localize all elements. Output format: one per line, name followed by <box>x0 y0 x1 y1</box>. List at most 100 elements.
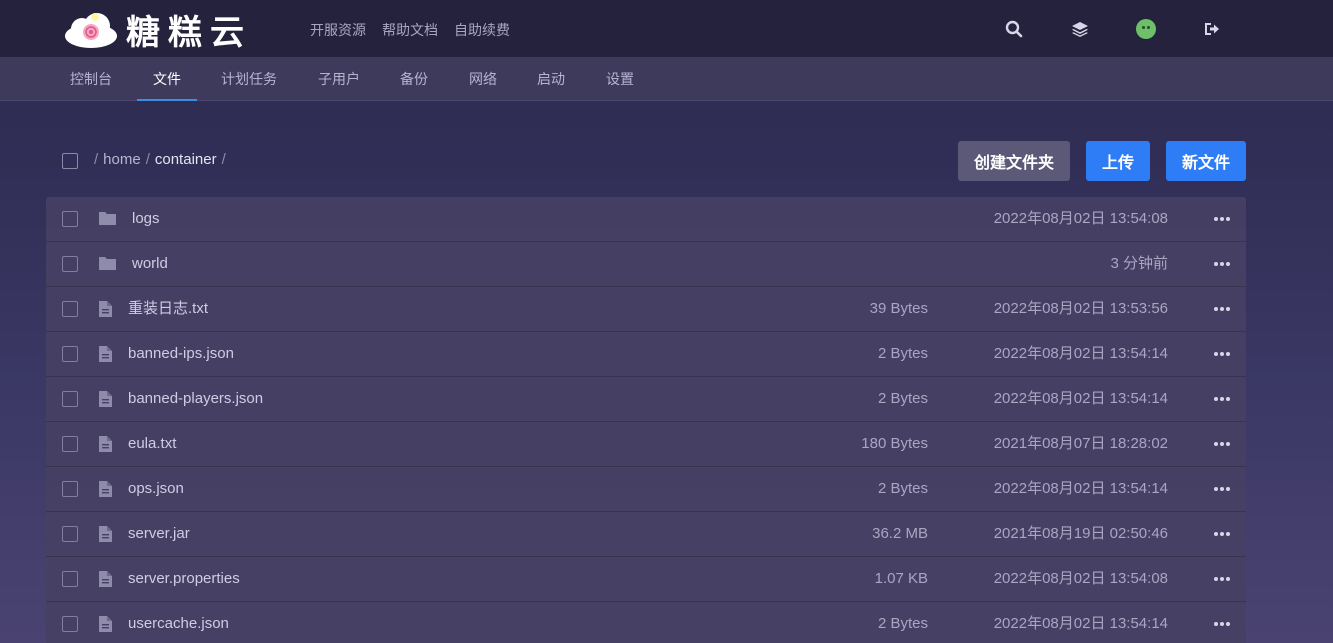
file-name[interactable]: server.properties <box>128 557 240 601</box>
more-options-icon[interactable] <box>1214 572 1230 586</box>
row-checkbox[interactable] <box>62 436 78 452</box>
row-checkbox[interactable] <box>62 481 78 497</box>
folder-row[interactable]: world 3 分钟前 <box>46 242 1246 287</box>
tab-subusers[interactable]: 子用户 <box>318 57 360 101</box>
file-name[interactable]: 重装日志.txt <box>128 287 208 331</box>
folder-icon <box>98 255 116 273</box>
file-row[interactable]: banned-ips.json 2 Bytes 2022年08月02日 13:54:… <box>46 332 1246 377</box>
header-actions <box>1003 18 1223 40</box>
file-icon <box>98 615 116 633</box>
file-size: 2 Bytes <box>877 615 928 632</box>
link-help-docs[interactable]: 帮助文档 <box>382 20 438 40</box>
create-folder-button[interactable]: 创建文件夹 <box>958 141 1070 181</box>
folder-icon <box>98 210 116 228</box>
file-size: 1.07 KB <box>874 570 928 587</box>
file-name[interactable]: ops.json <box>128 467 184 511</box>
link-server-resources[interactable]: 开服资源 <box>310 20 366 40</box>
file-size: 39 Bytes <box>869 300 928 317</box>
file-icon <box>98 525 116 543</box>
brand-name: 糖糕云 <box>126 12 252 53</box>
file-modified: 2022年08月02日 13:54:14 <box>993 345 1168 362</box>
file-row[interactable]: 重装日志.txt 39 Bytes 2022年08月02日 13:53:56 <box>46 287 1246 332</box>
more-options-icon[interactable] <box>1214 347 1230 361</box>
more-options-icon[interactable] <box>1214 212 1230 226</box>
row-checkbox[interactable] <box>62 346 78 362</box>
row-checkbox[interactable] <box>62 526 78 542</box>
row-checkbox[interactable] <box>62 616 78 632</box>
file-modified: 2022年08月02日 13:54:14 <box>993 615 1168 632</box>
file-modified: 2022年08月02日 13:53:56 <box>993 300 1168 317</box>
file-name[interactable]: usercache.json <box>128 602 229 643</box>
file-name[interactable]: server.jar <box>128 512 190 556</box>
file-size: 180 Bytes <box>861 435 928 452</box>
more-options-icon[interactable] <box>1214 257 1230 271</box>
file-row[interactable]: server.jar 36.2 MB 2021年08月19日 02:50:46 <box>46 512 1246 557</box>
search-icon[interactable] <box>1003 18 1025 40</box>
row-checkbox[interactable] <box>62 571 78 587</box>
avatar-icon <box>1136 19 1156 39</box>
breadcrumb-container[interactable]: container <box>155 151 217 168</box>
file-name[interactable]: eula.txt <box>128 422 176 466</box>
folder-row[interactable]: logs 2022年08月02日 13:54:08 <box>46 197 1246 242</box>
file-size: 2 Bytes <box>877 390 928 407</box>
more-options-icon[interactable] <box>1214 617 1230 631</box>
file-icon <box>98 390 116 408</box>
link-renewal[interactable]: 自助续费 <box>454 20 510 40</box>
file-row[interactable]: server.properties 1.07 KB 2022年08月02日 13:5… <box>46 557 1246 602</box>
file-modified: 2022年08月02日 13:54:14 <box>993 390 1168 407</box>
more-options-icon[interactable] <box>1214 302 1230 316</box>
file-icon <box>98 435 116 453</box>
file-size: 2 Bytes <box>877 480 928 497</box>
file-modified: 2022年08月02日 13:54:08 <box>993 570 1168 587</box>
logout-icon[interactable] <box>1201 18 1223 40</box>
layers-icon[interactable] <box>1069 18 1091 40</box>
tab-settings[interactable]: 设置 <box>606 57 634 101</box>
file-icon <box>98 480 116 498</box>
file-row[interactable]: eula.txt 180 Bytes 2021年08月07日 18:28:02 <box>46 422 1246 467</box>
select-all-checkbox[interactable] <box>62 153 78 169</box>
top-links: 开服资源 帮助文档 自助续费 <box>310 20 510 40</box>
main-nav: 控制台 文件 计划任务 子用户 备份 网络 启动 设置 <box>0 57 1333 101</box>
more-options-icon[interactable] <box>1214 482 1230 496</box>
file-modified: 2021年08月19日 02:50:46 <box>993 525 1168 542</box>
more-options-icon[interactable] <box>1214 527 1230 541</box>
more-options-icon[interactable] <box>1214 437 1230 451</box>
cloud-logo-icon <box>62 9 120 49</box>
row-checkbox[interactable] <box>62 391 78 407</box>
upload-button[interactable]: 上传 <box>1086 141 1150 181</box>
new-file-button[interactable]: 新文件 <box>1166 141 1246 181</box>
file-modified: 2022年08月02日 13:54:08 <box>993 210 1168 227</box>
file-modified: 3 分钟前 <box>1110 255 1168 272</box>
row-checkbox[interactable] <box>62 256 78 272</box>
breadcrumb-separator: / <box>145 151 150 168</box>
brand-logo[interactable]: 糖糕云 <box>62 6 252 53</box>
tab-startup[interactable]: 启动 <box>537 57 565 101</box>
row-checkbox[interactable] <box>62 301 78 317</box>
file-row[interactable]: banned-players.json 2 Bytes 2022年08月02日 13… <box>46 377 1246 422</box>
file-name[interactable]: banned-players.json <box>128 377 263 421</box>
tab-files[interactable]: 文件 <box>137 57 197 101</box>
file-modified: 2022年08月02日 13:54:14 <box>993 480 1168 497</box>
file-icon <box>98 345 116 363</box>
breadcrumb-separator: / <box>94 151 99 168</box>
file-name[interactable]: logs <box>132 197 160 241</box>
more-options-icon[interactable] <box>1214 392 1230 406</box>
file-icon <box>98 570 116 588</box>
breadcrumb-home[interactable]: home <box>103 151 141 168</box>
tab-console[interactable]: 控制台 <box>70 57 112 101</box>
tab-backups[interactable]: 备份 <box>400 57 428 101</box>
file-list: logs 2022年08月02日 13:54:08 world 3 分钟前重装日志.t… <box>46 197 1246 643</box>
user-avatar[interactable] <box>1135 18 1157 40</box>
file-row[interactable]: usercache.json 2 Bytes 2022年08月02日 13:54:1… <box>46 602 1246 643</box>
file-size: 36.2 MB <box>872 525 928 542</box>
file-name[interactable]: world <box>132 242 168 286</box>
file-name[interactable]: banned-ips.json <box>128 332 234 376</box>
file-icon <box>98 300 116 318</box>
breadcrumb: / home / container / <box>94 151 226 168</box>
row-checkbox[interactable] <box>62 211 78 227</box>
tab-network[interactable]: 网络 <box>469 57 497 101</box>
file-row[interactable]: ops.json 2 Bytes 2022年08月02日 13:54:14 <box>46 467 1246 512</box>
breadcrumb-separator: / <box>221 151 226 168</box>
tab-schedules[interactable]: 计划任务 <box>221 57 277 101</box>
file-modified: 2021年08月07日 18:28:02 <box>993 435 1168 452</box>
